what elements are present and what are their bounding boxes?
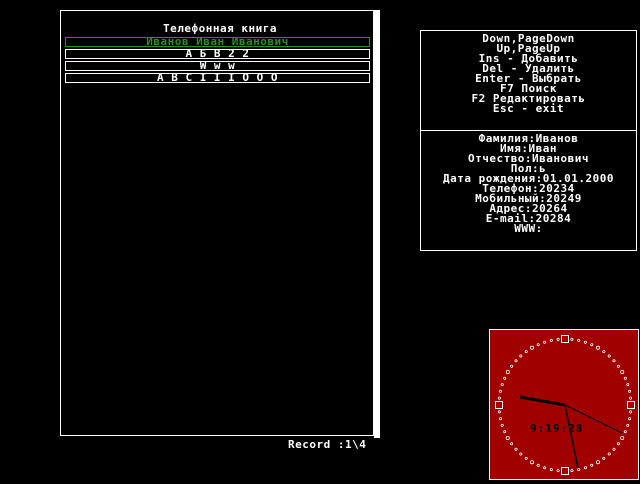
clock-minute-dot [498, 389, 502, 393]
clock-minute-dot [530, 345, 535, 350]
clock-minute-dot [596, 345, 601, 350]
clock-minute-dot [543, 340, 547, 344]
clock-minute-dot [497, 396, 501, 400]
record-row[interactable]: W w w [65, 61, 370, 71]
clock-digital-time: 9:19:28 [530, 422, 584, 435]
clock-minute-dot [510, 364, 514, 368]
clock-minute-dot [626, 383, 630, 387]
clock-minute-dot [628, 417, 632, 421]
clock-minute-dot [519, 354, 523, 358]
clock-hour-marker [627, 401, 635, 409]
record-status: Record :1\4 [288, 438, 367, 451]
clock-minute-dot [607, 452, 611, 456]
clock-minute-hand [564, 404, 579, 469]
clock-minute-dot [577, 468, 581, 472]
clock-minute-dot [590, 463, 594, 467]
clock-minute-dot [543, 466, 547, 470]
clock-minute-dot [590, 343, 594, 347]
clock-minute-dot [500, 383, 504, 387]
help-line: Esc - exit [492, 102, 565, 115]
clock-minute-dot [612, 359, 616, 363]
analog-clock [489, 329, 639, 480]
record-row[interactable]: А Б В 2 2 [65, 49, 370, 59]
clock-minute-dot [505, 436, 510, 441]
clock-minute-dot [556, 337, 560, 341]
clock-minute-dot [570, 469, 574, 473]
clock-minute-dot [620, 436, 625, 441]
clock-hour-marker [561, 467, 569, 475]
clock-hour-marker [495, 401, 503, 409]
clock-minute-dot [629, 410, 633, 414]
clock-minute-dot [505, 370, 510, 375]
clock-minute-dot [503, 430, 507, 434]
clock-minute-dot [530, 460, 535, 465]
clock-minute-dot [536, 463, 540, 467]
clock-minute-dot [549, 468, 553, 472]
clock-minute-dot [498, 417, 502, 421]
clock-minute-dot [607, 354, 611, 358]
clock-minute-dot [497, 410, 501, 414]
clock-hour-marker [561, 335, 569, 343]
record-row-selected[interactable]: Иванов Иван Иванович [65, 37, 370, 47]
clock-minute-dot [596, 460, 601, 465]
side-panel-divider [420, 130, 637, 131]
clock-minute-dot [549, 338, 553, 342]
clock-minute-dot [536, 343, 540, 347]
clock-minute-dot [514, 447, 518, 451]
clock-minute-dot [510, 442, 514, 446]
clock-minute-dot [616, 442, 620, 446]
clock-minute-dot [602, 456, 606, 460]
clock-minute-dot [628, 389, 632, 393]
clock-minute-dot [629, 396, 633, 400]
detail-www: WWW: [514, 222, 543, 235]
clock-minute-dot [577, 338, 581, 342]
clock-minute-dot [623, 430, 627, 434]
clock-minute-dot [616, 364, 620, 368]
clock-minute-dot [583, 466, 587, 470]
clock-face-icon [495, 335, 635, 475]
clock-minute-dot [514, 359, 518, 363]
clock-minute-dot [583, 340, 587, 344]
clock-minute-dot [524, 350, 528, 354]
clock-minute-dot [556, 469, 560, 473]
phonebook-scrollbar[interactable] [374, 10, 380, 438]
clock-minute-dot [602, 350, 606, 354]
clock-minute-dot [524, 456, 528, 460]
clock-minute-dot [612, 447, 616, 451]
clock-minute-dot [519, 452, 523, 456]
clock-minute-dot [570, 337, 574, 341]
clock-minute-dot [503, 376, 507, 380]
phonebook-title: Телефонная книга [163, 22, 277, 35]
clock-minute-dot [500, 423, 504, 427]
record-row[interactable]: A B C I I I O O O [65, 73, 370, 83]
clock-minute-dot [623, 376, 627, 380]
clock-minute-dot [626, 423, 630, 427]
clock-hour-hand [519, 395, 566, 407]
clock-minute-dot [620, 370, 625, 375]
